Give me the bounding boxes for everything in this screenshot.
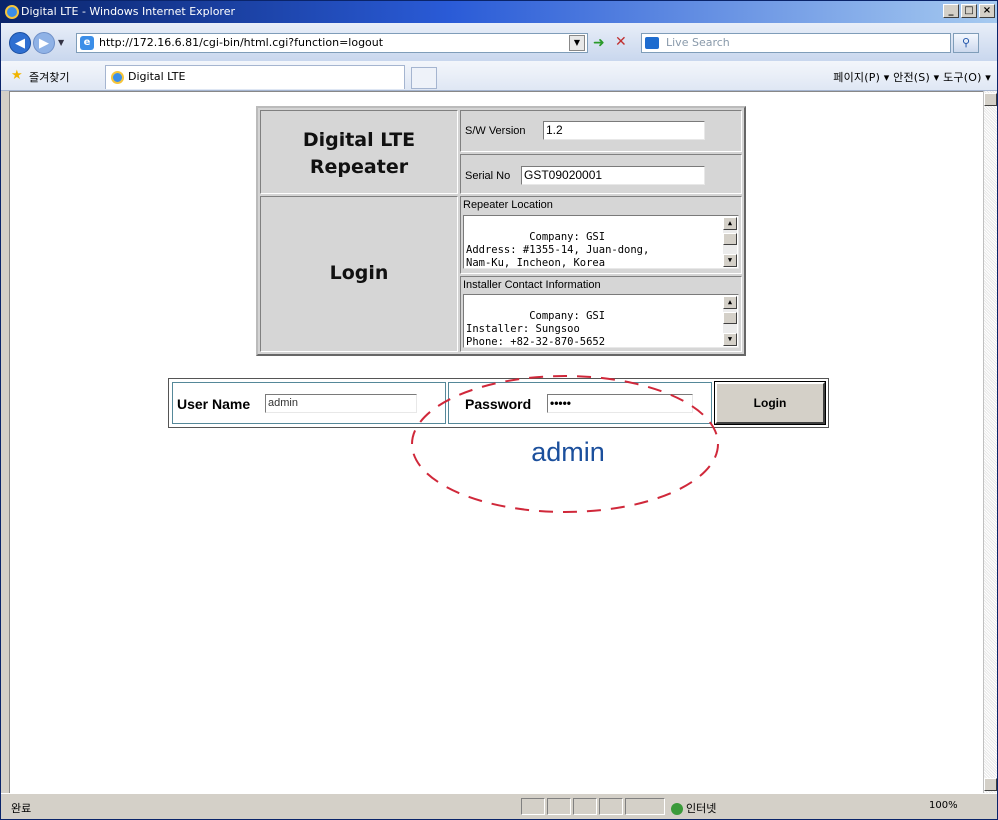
location-label: Repeater Location bbox=[463, 199, 553, 211]
username-input[interactable]: admin bbox=[265, 394, 417, 413]
installer-cell: Installer Contact Information Company: G… bbox=[460, 276, 742, 352]
serial-field[interactable]: GST09020001 bbox=[521, 166, 705, 185]
status-segment bbox=[625, 798, 665, 815]
window-title: Digital LTE - Windows Internet Explorer bbox=[21, 5, 235, 18]
status-segment bbox=[599, 798, 623, 815]
device-info-table: Digital LTE Repeater S/W Version 1.2 Ser… bbox=[256, 106, 746, 356]
stop-icon[interactable]: ✕ bbox=[615, 34, 627, 50]
status-text: 완료 bbox=[11, 802, 32, 815]
window-controls: _ □ × bbox=[943, 4, 995, 18]
live-search-icon bbox=[645, 37, 659, 49]
zoom-level[interactable]: 100% bbox=[929, 800, 958, 811]
status-bar: 완료 인터넷 100% bbox=[1, 793, 997, 819]
history-dropdown-icon[interactable]: ▼ bbox=[58, 38, 64, 47]
go-arrow-icon[interactable]: ➜ bbox=[593, 35, 605, 51]
serial-cell: Serial No GST09020001 bbox=[460, 154, 742, 194]
installer-label: Installer Contact Information bbox=[463, 279, 601, 291]
title-bar: Digital LTE - Windows Internet Explorer … bbox=[1, 1, 997, 23]
status-segment bbox=[547, 798, 571, 815]
page-scrollbar[interactable] bbox=[983, 91, 997, 793]
scroll-down-icon[interactable] bbox=[984, 778, 997, 791]
sw-version-label: S/W Version bbox=[465, 125, 526, 137]
new-tab-button[interactable] bbox=[411, 67, 437, 89]
globe-icon bbox=[671, 803, 683, 815]
minimize-button[interactable]: _ bbox=[943, 4, 959, 18]
scroll-down-icon[interactable]: ▼ bbox=[723, 254, 737, 267]
serial-label: Serial No bbox=[465, 170, 511, 182]
zone-label: 인터넷 bbox=[686, 802, 717, 815]
device-title-cell: Digital LTE Repeater bbox=[260, 110, 458, 194]
installer-textarea[interactable]: Company: GSI Installer: Sungsoo Phone: +… bbox=[463, 294, 739, 348]
search-button-icon[interactable]: ⚲ bbox=[953, 33, 979, 53]
device-title-line1: Digital LTE bbox=[302, 129, 416, 151]
url-dropdown-icon[interactable]: ▼ bbox=[569, 35, 585, 51]
page-content: Digital LTE Repeater S/W Version 1.2 Ser… bbox=[9, 91, 983, 793]
status-segment bbox=[521, 798, 545, 815]
tab-digital-lte[interactable]: Digital LTE bbox=[105, 65, 405, 89]
location-textarea[interactable]: Company: GSI Address: #1355-14, Juan-don… bbox=[463, 215, 739, 269]
search-input[interactable]: Live Search bbox=[641, 33, 951, 53]
installer-text: Company: GSI Installer: Sungsoo Phone: +… bbox=[466, 310, 606, 348]
internet-zone[interactable]: 인터넷 bbox=[671, 800, 716, 816]
device-title-line2: Repeater bbox=[309, 156, 409, 178]
annotation-label: admin bbox=[531, 437, 605, 467]
favorites-label[interactable]: 즐겨찾기 bbox=[29, 69, 69, 85]
sw-version-cell: S/W Version 1.2 bbox=[460, 110, 742, 152]
maximize-button[interactable]: □ bbox=[961, 4, 977, 18]
scroll-thumb[interactable] bbox=[723, 233, 737, 245]
command-bar[interactable]: 페이지(P) ▾ 안전(S) ▾ 도구(O) ▾ bbox=[833, 69, 991, 85]
scroll-up-icon[interactable]: ▲ bbox=[723, 296, 737, 309]
status-segment bbox=[573, 798, 597, 815]
page-icon: e bbox=[80, 36, 94, 50]
ie-icon bbox=[5, 5, 19, 19]
favorites-star-icon[interactable]: ★ bbox=[11, 68, 23, 83]
username-label: User Name bbox=[177, 396, 251, 412]
location-cell: Repeater Location Company: GSI Address: … bbox=[460, 196, 742, 274]
login-button[interactable]: Login bbox=[714, 381, 826, 425]
address-toolbar: ◀ ▶ ▼ e http://172.16.6.81/cgi-bin/html.… bbox=[1, 23, 997, 61]
scroll-up-icon[interactable] bbox=[984, 93, 997, 106]
favorites-bar: ★ 즐겨찾기 Digital LTE 페이지(P) ▾ 안전(S) ▾ 도구(O… bbox=[1, 61, 997, 91]
back-arrow-icon[interactable]: ◀ bbox=[9, 32, 31, 54]
scroll-thumb[interactable] bbox=[723, 312, 737, 324]
url-input[interactable]: e http://172.16.6.81/cgi-bin/html.cgi?fu… bbox=[76, 33, 588, 53]
search-placeholder: Live Search bbox=[666, 36, 730, 49]
login-title-cell: Login bbox=[260, 196, 458, 352]
sw-version-field[interactable]: 1.2 bbox=[543, 121, 705, 140]
browser-window: Digital LTE - Windows Internet Explorer … bbox=[0, 0, 998, 820]
scroll-up-icon[interactable]: ▲ bbox=[723, 217, 737, 230]
username-cell: User Name admin bbox=[172, 382, 446, 424]
forward-arrow-icon[interactable]: ▶ bbox=[33, 32, 55, 54]
location-scrollbar[interactable]: ▲ ▼ bbox=[723, 217, 737, 267]
ie-tab-icon bbox=[111, 71, 124, 84]
installer-scrollbar[interactable]: ▲ ▼ bbox=[723, 296, 737, 346]
login-title: Login bbox=[329, 262, 389, 284]
location-text: Company: GSI Address: #1355-14, Juan-don… bbox=[466, 231, 650, 269]
tab-title: Digital LTE bbox=[128, 70, 186, 83]
url-text: http://172.16.6.81/cgi-bin/html.cgi?func… bbox=[99, 36, 384, 49]
close-button[interactable]: × bbox=[979, 4, 995, 18]
scroll-down-icon[interactable]: ▼ bbox=[723, 333, 737, 346]
